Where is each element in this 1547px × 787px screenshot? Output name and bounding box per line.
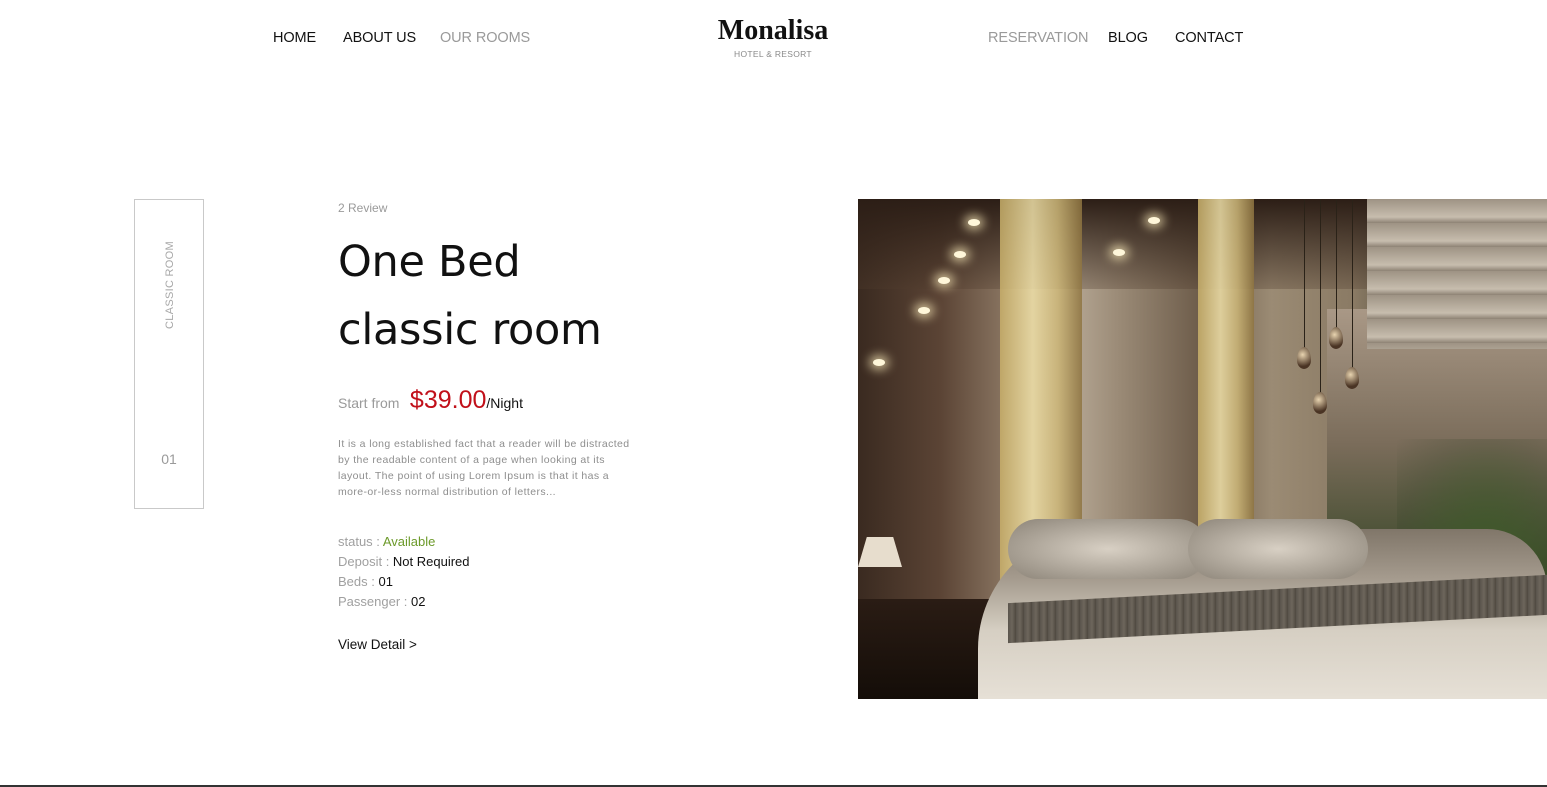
status-row: status : Available — [338, 532, 470, 552]
ceiling-light — [968, 219, 980, 226]
pendant-lamp — [1313, 392, 1327, 414]
nav-reservation-link[interactable]: RESERVATION — [988, 30, 1089, 46]
price-value: $39.00 — [409, 386, 487, 414]
photo-window-blind — [1367, 199, 1547, 349]
pendant-lamp — [1297, 347, 1311, 369]
ceiling-light — [954, 251, 966, 258]
site-logo[interactable]: Monalisa HOTEL & RESORT — [700, 14, 846, 59]
logo-subtitle: HOTEL & RESORT — [734, 49, 812, 59]
room-description: It is a long established fact that a rea… — [338, 438, 630, 498]
ceiling-light — [938, 277, 950, 284]
room-index-number: 01 — [161, 451, 177, 467]
status-value: Available — [382, 534, 436, 549]
pendant-cord — [1336, 199, 1337, 329]
nav-blog-link[interactable]: BLOG — [1108, 30, 1148, 46]
beds-row: Beds : 01 — [338, 572, 470, 592]
room-photo — [858, 199, 1547, 699]
room-title-line2: classic room — [338, 305, 602, 355]
passenger-value: 02 — [411, 594, 426, 609]
deposit-value: Not Required — [392, 554, 470, 569]
pendant-cord — [1304, 199, 1305, 349]
photo-pillow — [1008, 519, 1208, 579]
room-details: 2 Review One Bed classic room Start from… — [338, 200, 658, 652]
room-attributes: status : Available Deposit : Not Require… — [338, 532, 470, 612]
beds-value: 01 — [378, 574, 393, 589]
status-label: status : — [338, 534, 383, 549]
price-row: Start from $39.00/Night — [338, 386, 523, 415]
nav-our-rooms-link[interactable]: OUR ROOMS — [440, 30, 530, 46]
ceiling-light — [918, 307, 930, 314]
ceiling-light — [1113, 249, 1125, 256]
photo-pillow — [1188, 519, 1368, 579]
room-title-line1: One Bed — [338, 237, 521, 287]
nav-contact-link[interactable]: CONTACT — [1175, 30, 1243, 46]
room-category-box: CLASSIC ROOM 01 — [134, 199, 204, 509]
bedside-lamp — [858, 537, 902, 567]
pendant-cord — [1320, 199, 1321, 394]
pendant-lamp — [1329, 327, 1343, 349]
nav-home-link[interactable]: HOME — [273, 30, 316, 46]
beds-label: Beds : — [338, 574, 379, 589]
deposit-label: Deposit : — [338, 554, 393, 569]
view-detail-link[interactable]: View Detail > — [338, 637, 417, 652]
price-unit: /Night — [486, 395, 523, 411]
nav-about-us-link[interactable]: ABOUT US — [343, 30, 416, 46]
ceiling-light — [873, 359, 885, 366]
passenger-row: Passenger : 02 — [338, 592, 470, 612]
photo-floor-shadow — [858, 599, 998, 699]
pendant-lamp — [1345, 367, 1359, 389]
logo-title: Monalisa — [717, 15, 829, 46]
price-label: Start from — [338, 395, 400, 411]
review-count[interactable]: 2 Review — [338, 200, 658, 216]
ceiling-light — [1148, 217, 1160, 224]
deposit-row: Deposit : Not Required — [338, 552, 470, 572]
room-title: One Bed classic room — [338, 228, 658, 364]
passenger-label: Passenger : — [338, 594, 411, 609]
pendant-cord — [1352, 199, 1353, 369]
room-category-label: CLASSIC ROOM — [164, 241, 176, 329]
